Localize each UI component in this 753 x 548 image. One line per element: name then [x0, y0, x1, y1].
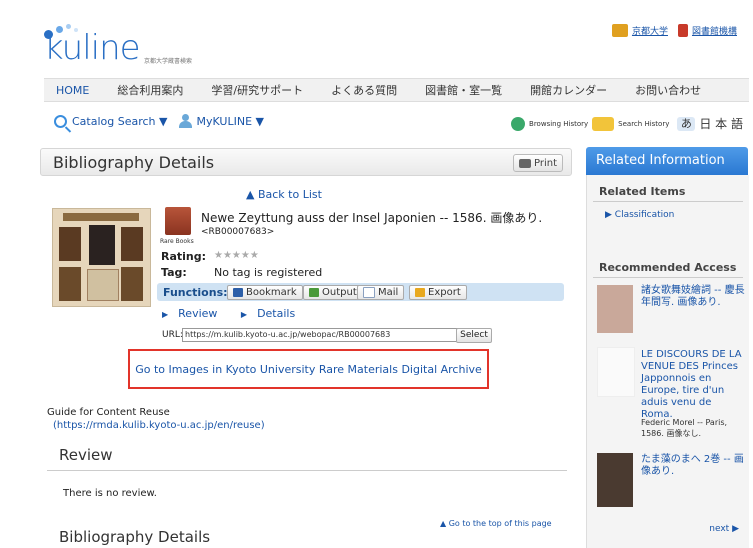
rare-book-icon [165, 207, 191, 235]
arrow-right-icon: ▶ [162, 310, 169, 319]
section-links: ▶ Review ▶ Details [162, 307, 315, 320]
bookmark-icon [233, 288, 243, 297]
recommended-item-link[interactable]: 諸女歌舞妓繪詞 -- 慶長年間写. 画像あり. [641, 285, 745, 309]
main-nav: HOME 総合利用案内 学習/研究サポート よくある質問 図書館・室一覧 開館カ… [44, 78, 749, 102]
related-info-panel: Related Items ▶ Classification Recommend… [586, 175, 749, 548]
arrow-right-icon: ▶ [240, 310, 248, 319]
item-thumbnail[interactable] [52, 208, 151, 307]
nav-contact[interactable]: お問い合わせ [635, 82, 701, 98]
content-reuse-guide: Guide for Content Reuse (https://rmda.ku… [47, 406, 265, 432]
review-link[interactable]: Review [178, 307, 217, 320]
back-to-list-link[interactable]: ▲ Back to List [246, 188, 322, 201]
search-icon [54, 114, 67, 128]
related-info-title: Related Information [596, 153, 725, 168]
nav-faq[interactable]: よくある質問 [331, 82, 397, 98]
mykuline-menu[interactable]: MyKULINE ▼ [197, 115, 264, 128]
output-label: Output [322, 287, 357, 298]
url-label: URL: [162, 330, 183, 340]
print-button[interactable]: Print [513, 154, 563, 172]
recommended-heading: Recommended Access [599, 261, 737, 274]
rating-label: Rating: [161, 250, 207, 263]
link-kyoto-university[interactable]: 京都大学 [632, 24, 668, 37]
review-heading: Review [47, 446, 567, 471]
recommended-thumbnail[interactable] [597, 285, 633, 333]
search-history-icon [592, 116, 615, 131]
details-heading: Bibliography Details [59, 528, 211, 546]
bookmark-button[interactable]: Bookmark [227, 285, 303, 300]
select-url-button[interactable]: Select [456, 328, 492, 343]
university-icon [611, 24, 628, 37]
user-icon [178, 114, 192, 128]
classification-link[interactable]: ▶ Classification [605, 210, 674, 220]
export-button[interactable]: Export [409, 285, 467, 300]
no-review-text: There is no review. [63, 488, 157, 499]
review-heading-text: Review [59, 446, 113, 464]
history-tools: Browsing History Search History あ 日 本 語 [511, 115, 743, 132]
export-icon [415, 288, 425, 297]
tag-value: No tag is registered [214, 266, 323, 279]
functions-label: Functions: [163, 286, 228, 299]
library-icon [677, 24, 688, 37]
link-library-network[interactable]: 図書館機構 [692, 24, 737, 37]
export-label: Export [428, 287, 461, 298]
language-toggle[interactable]: 日 本 語 [699, 115, 743, 132]
record-id: <RB00007683> [201, 227, 275, 237]
mail-button[interactable]: Mail [357, 285, 405, 300]
mail-icon [363, 287, 375, 298]
details-link[interactable]: Details [257, 307, 295, 320]
nav-libraries[interactable]: 図書館・室一覧 [425, 82, 502, 98]
logo[interactable]: kuline [44, 28, 141, 68]
recommended-item-link[interactable]: LE DISCOURS DE LA VENUE DES Princes Japp… [641, 349, 745, 421]
recommended-thumbnail[interactable] [597, 347, 635, 397]
search-toolbar: Catalog Search ▼ MyKULINE ▼ [54, 114, 264, 128]
top-links: 京都大学 図書館機構 [611, 24, 743, 37]
guide-url-link[interactable]: (https://rmda.kulib.kyoto-u.ac.jp/en/reu… [47, 419, 265, 432]
recommended-item-meta: Federic Morel -- Paris, 1586. 画像なし. [641, 418, 728, 438]
rating-stars[interactable]: ★★★★★ [214, 250, 259, 261]
url-field[interactable]: https://m.kulib.kyoto-u.ac.jp/webopac/RB… [182, 328, 460, 342]
tag-label: Tag: [161, 266, 187, 279]
language-icon: あ [677, 116, 696, 131]
nav-guide[interactable]: 総合利用案内 [117, 82, 183, 98]
divider [593, 201, 743, 202]
output-icon [309, 288, 319, 297]
related-info-header: Related Information [586, 147, 748, 175]
nav-home[interactable]: HOME [56, 84, 89, 97]
mail-label: Mail [378, 287, 399, 298]
item-title: Newe Zeyttung auss der Insel Japonien --… [201, 211, 543, 225]
catalog-search-menu[interactable]: Catalog Search ▼ [72, 115, 168, 128]
print-label: Print [533, 157, 557, 169]
digital-archive-link[interactable]: Go to Images in Kyoto University Rare Ma… [135, 363, 482, 376]
printer-icon [518, 158, 531, 168]
recommended-thumbnail[interactable] [597, 453, 633, 507]
page-title: Bibliography Details [53, 153, 215, 172]
archive-link-box: Go to Images in Kyoto University Rare Ma… [128, 349, 489, 389]
divider [593, 277, 743, 278]
nav-support[interactable]: 学習/研究サポート [211, 82, 303, 98]
bookmark-label: Bookmark [246, 287, 297, 298]
logo-subtitle: 京都大学蔵書検索 [144, 58, 193, 65]
next-link[interactable]: next ▶ [709, 524, 739, 534]
output-button[interactable]: Output [303, 285, 363, 300]
related-items-heading: Related Items [599, 185, 686, 198]
go-top-link[interactable]: ▲ Go to the top of this page [440, 519, 552, 528]
nav-calendar[interactable]: 開館カレンダー [530, 82, 607, 98]
browsing-history-icon [511, 116, 526, 131]
search-history-link[interactable]: Search History [618, 120, 669, 128]
book-type-label: Rare Books [160, 238, 194, 245]
functions-bar: Functions: Bookmark Output Mail Export [157, 283, 564, 301]
title-bar: Bibliography Details Print [40, 148, 572, 176]
recommended-item-link[interactable]: たま藻のまへ 2巻 -- 画像あり. [641, 454, 745, 478]
browsing-history-link[interactable]: Browsing History [529, 120, 588, 128]
guide-title: Guide for Content Reuse [47, 407, 170, 418]
